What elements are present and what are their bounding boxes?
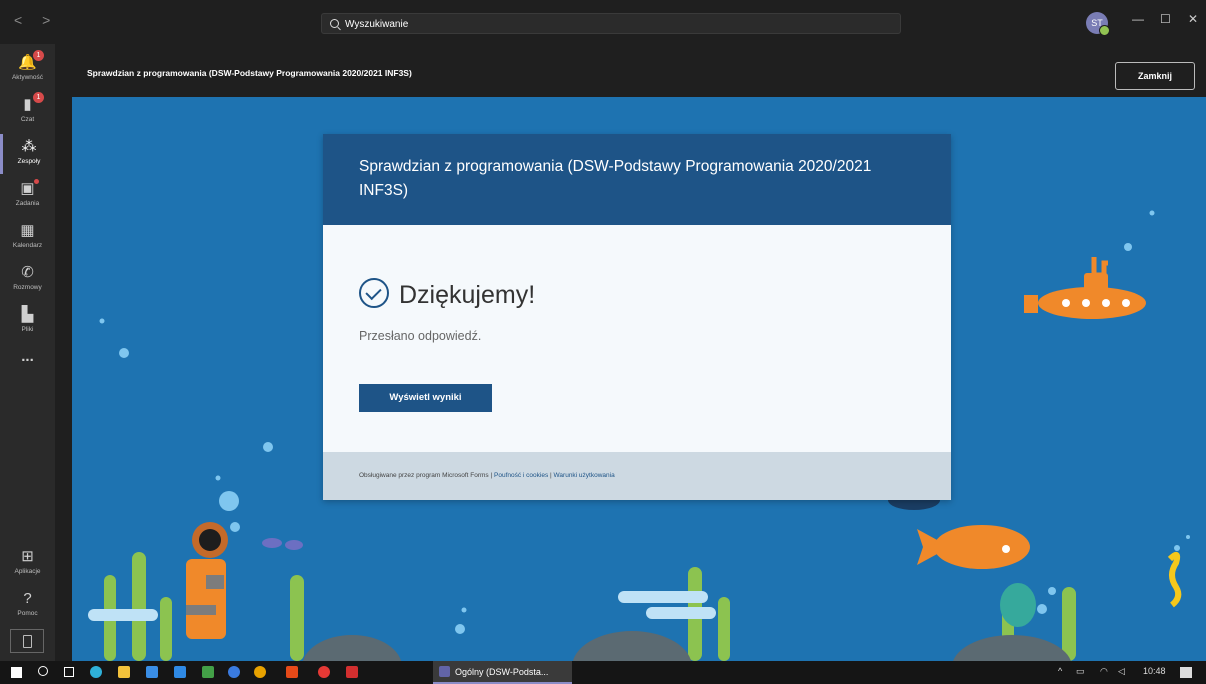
rail-item-label: Zespoły [17, 158, 41, 165]
avatar[interactable]: ST [1086, 12, 1110, 36]
status-available-icon [1099, 25, 1110, 36]
office-icon[interactable] [286, 666, 298, 678]
teams-icon: ⁂ [21, 138, 37, 155]
rail-item-chat[interactable]: ▮ 1 Czat [0, 92, 55, 132]
rail-item-calls[interactable]: ✆ Rozmowy [0, 260, 55, 300]
form-title: Sprawdzian z programowania (DSW-Podstawy… [323, 134, 951, 225]
privacy-link[interactable]: Poufność i cookies [494, 472, 548, 479]
start-icon[interactable] [11, 667, 22, 678]
rail-item-label: Rozmowy [13, 284, 42, 291]
assignments-dot [34, 179, 39, 184]
windows-taskbar: Ogólny (DSW-Podsta... ^ ▭ ◠ ◁ 10:48 [0, 661, 1206, 684]
volume-icon[interactable]: ◁ [1118, 666, 1125, 677]
chat-badge: 1 [33, 92, 44, 103]
store-icon[interactable] [146, 666, 158, 678]
page-title: Sprawdzian z programowania (DSW-Podstawy… [87, 68, 412, 78]
app-icon[interactable] [228, 666, 240, 678]
search-input[interactable]: Wyszukiwanie [321, 13, 901, 34]
title-bar: < > Wyszukiwanie ST — ☐ ✕ [0, 0, 1206, 44]
rail-item-label: Pomoc [17, 610, 38, 617]
file-explorer-icon[interactable] [118, 666, 130, 678]
rail-item-label: Pliki [21, 326, 34, 333]
rail-item-label: Zadania [15, 200, 40, 207]
rail-item-label: Kalendarz [12, 242, 43, 249]
rail-item-label: Aktywność [11, 74, 44, 81]
form-card: Sprawdzian z programowania (DSW-Podstawy… [323, 134, 951, 500]
rail-item-label: Aplikacje [14, 568, 41, 575]
apps-icon: ⊞ [21, 548, 34, 565]
terms-link[interactable]: Warunki użytkowania [554, 472, 615, 479]
calendar-icon: ▦ [20, 222, 35, 239]
help-icon: ? [23, 590, 32, 607]
battery-icon[interactable]: ▭ [1076, 666, 1085, 677]
nav-arrows[interactable]: < > [14, 12, 58, 28]
teams-icon [439, 666, 450, 677]
view-results-button[interactable]: Wyświetl wyniki [359, 384, 492, 412]
mail-icon[interactable] [174, 666, 186, 678]
bell-icon: 🔔 [18, 54, 37, 71]
clock[interactable]: 10:48 [1143, 666, 1166, 676]
device-button[interactable] [10, 629, 44, 653]
wifi-icon[interactable]: ◠ [1100, 666, 1108, 677]
app-rail: 🔔 1 Aktywność ▮ 1 Czat ⁂ Zespoły ▣ Zadan… [0, 44, 55, 661]
rail-item-label: Czat [20, 116, 35, 123]
close-window-button[interactable]: ✕ [1188, 12, 1198, 26]
search-placeholder: Wyszukiwanie [345, 19, 409, 30]
assignments-icon: ▣ [20, 180, 35, 197]
maximize-button[interactable]: ☐ [1160, 12, 1171, 26]
edge-icon[interactable] [90, 666, 102, 678]
brave-icon[interactable] [346, 666, 358, 678]
powered-by-text: Obsługiwane przez program Microsoft Form… [359, 472, 493, 479]
files-icon: ▙ [21, 306, 34, 323]
rail-item-more[interactable]: ... [0, 344, 55, 384]
minimize-button[interactable]: — [1132, 12, 1144, 26]
search-icon [330, 19, 339, 28]
task-view-icon[interactable] [64, 667, 74, 677]
thanks-heading: Dziękujemy! [399, 281, 536, 309]
chrome-icon[interactable] [254, 666, 266, 678]
opera-icon[interactable] [318, 666, 330, 678]
footer-separator: | [550, 472, 552, 479]
check-circle-icon [359, 278, 389, 308]
search-icon[interactable] [38, 666, 48, 676]
mobile-icon [22, 635, 32, 648]
rail-item-assignments[interactable]: ▣ Zadania [0, 176, 55, 216]
rail-item-help[interactable]: ? Pomoc [0, 586, 55, 626]
chat-icon: ▮ [23, 96, 32, 113]
rail-item-files[interactable]: ▙ Pliki [0, 302, 55, 342]
shield-icon[interactable] [202, 666, 214, 678]
submitted-message: Przesłano odpowiedź. [359, 329, 482, 343]
taskbar-app-teams[interactable]: Ogólny (DSW-Podsta... [433, 661, 572, 684]
activity-badge: 1 [33, 50, 44, 61]
phone-icon: ✆ [21, 264, 34, 281]
rail-item-activity[interactable]: 🔔 1 Aktywność [0, 50, 55, 90]
form-footer: Obsługiwane przez program Microsoft Form… [323, 452, 951, 500]
rail-item-apps[interactable]: ⊞ Aplikacje [0, 544, 55, 584]
more-icon: ... [21, 348, 34, 365]
chevron-up-icon[interactable]: ^ [1058, 666, 1062, 676]
rail-item-calendar[interactable]: ▦ Kalendarz [0, 218, 55, 258]
notifications-icon[interactable] [1180, 667, 1192, 678]
forms-stage: Sprawdzian z programowania (DSW-Podstawy… [72, 97, 1206, 661]
taskbar-app-label: Ogólny (DSW-Podsta... [455, 667, 549, 677]
rail-item-teams[interactable]: ⁂ Zespoły [0, 134, 55, 174]
tab-header: Sprawdzian z programowania (DSW-Podstawy… [72, 52, 1206, 96]
close-tab-button[interactable]: Zamknij [1115, 62, 1195, 90]
